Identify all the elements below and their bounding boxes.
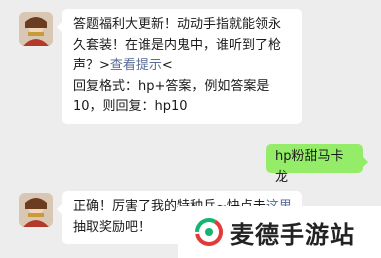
bot-avatar-image — [19, 12, 53, 46]
message-text: hp粉甜马卡龙 — [275, 149, 344, 185]
message-text: 抽取奖励吧！ — [73, 219, 152, 235]
bot-avatar-image — [19, 193, 53, 227]
bot-avatar[interactable] — [19, 12, 53, 46]
bot-message-bubble: 答题福利大更新！动动手指就能领永久套装！在谁是内鬼中，谁听到了枪声？>查看提示<… — [57, 9, 302, 124]
watermark-text: 麦德手游站 — [230, 220, 355, 249]
bot-avatar[interactable] — [19, 193, 53, 227]
message-text: < — [161, 58, 173, 73]
message-text: 答题福利大更新！动动手指就能领永久套装！在谁是内鬼中，谁听到了枪声？> — [73, 17, 282, 73]
user-message-bubble: hp粉甜马卡龙 — [266, 144, 368, 185]
message-text: 回复格式：hp+答案，例如答案是10，则回复：hp10 — [73, 78, 270, 115]
watermark: 麦德手游站 — [178, 206, 381, 258]
site-logo-icon — [195, 218, 223, 246]
view-hint-link[interactable]: 查看提示 — [110, 58, 162, 73]
